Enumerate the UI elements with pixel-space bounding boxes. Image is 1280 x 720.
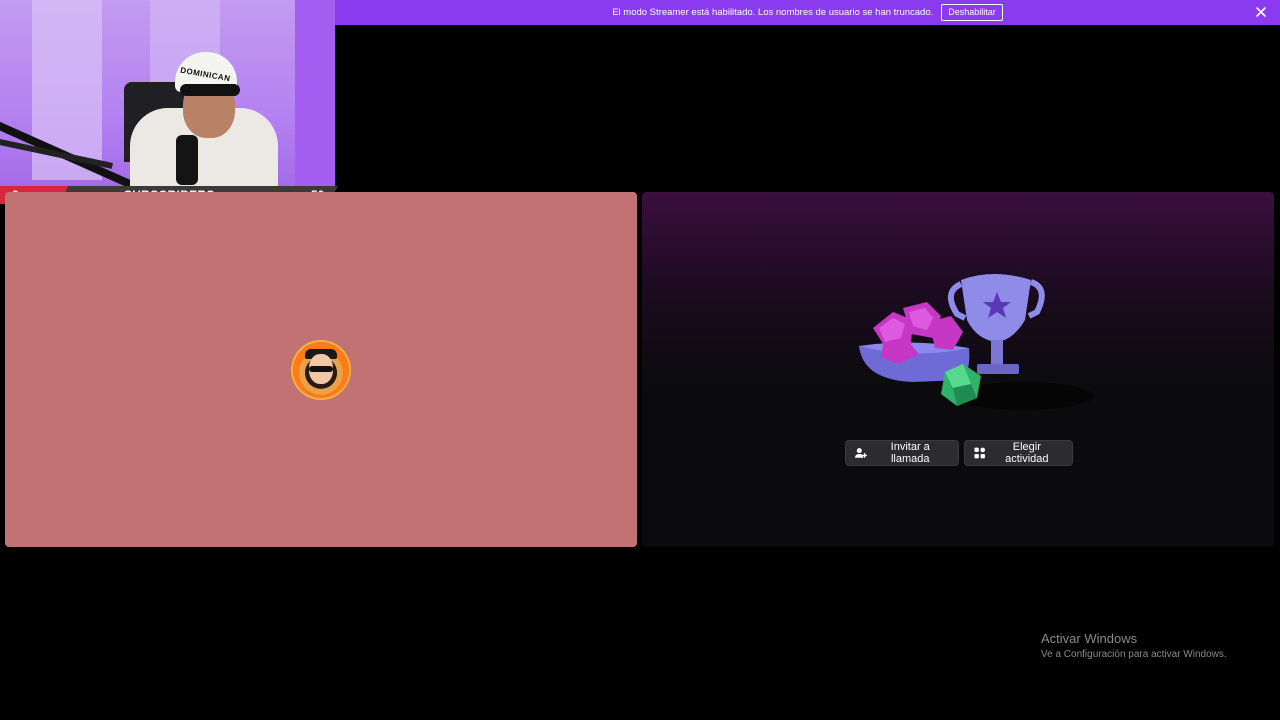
webcam-overlay: DOMINICAN: [0, 0, 335, 190]
streamer-mode-banner: El modo Streamer está habilitado. Los no…: [335, 0, 1280, 25]
watermark-title: Activar Windows: [1041, 631, 1138, 646]
watermark-subtitle: Ve a Configuración para activar Windows.: [1041, 649, 1227, 660]
avatar-sunglasses: [309, 366, 333, 372]
disable-streamer-mode-button[interactable]: Deshabilitar: [941, 4, 1003, 21]
choose-activity-button[interactable]: Elegir actividad: [964, 440, 1073, 466]
banner-message: El modo Streamer está habilitado. Los no…: [612, 7, 934, 18]
streamer-cap-brim: [180, 84, 240, 96]
windows-activation-watermark: Activar Windows Ve a Configuración para …: [1041, 631, 1227, 660]
activity-illustration: [859, 274, 1093, 410]
background-wall: [295, 0, 335, 190]
choose-activity-label: Elegir actividad: [1005, 441, 1049, 465]
invite-to-call-label: Invitar a llamada: [890, 441, 930, 465]
microphone: [176, 135, 198, 185]
close-icon[interactable]: [1254, 5, 1268, 19]
invite-to-call-button[interactable]: Invitar a llamada: [845, 440, 959, 466]
activities-icon: [974, 447, 986, 459]
participant-avatar[interactable]: [293, 342, 349, 398]
add-user-icon: [854, 448, 867, 458]
